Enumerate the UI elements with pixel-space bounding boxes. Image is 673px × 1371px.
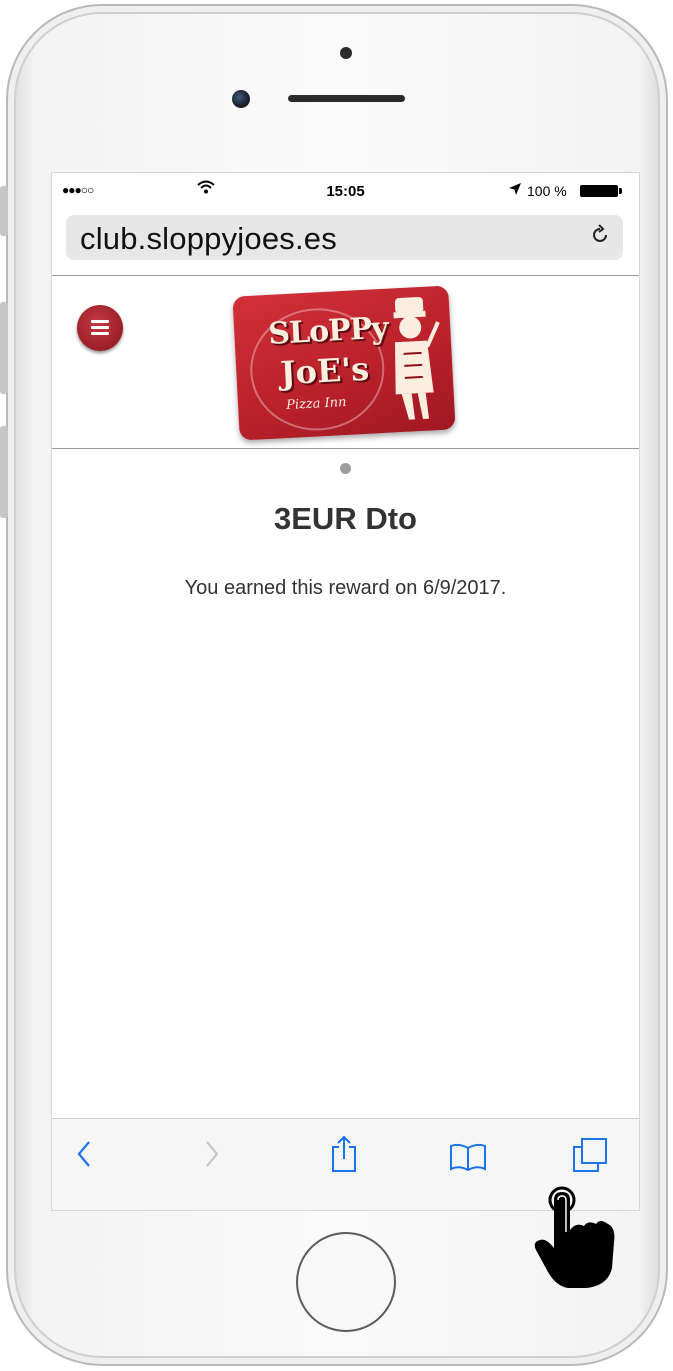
logo-line-1: SLoPPy (267, 310, 389, 352)
bookmarks-icon[interactable] (449, 1143, 487, 1176)
sloppy-joes-logo: SLoPPy JoE's Pizza Inn (232, 285, 456, 441)
address-bar[interactable]: club.sloppyjoes.es (66, 215, 623, 260)
location-arrow-icon (508, 182, 522, 199)
reward-title: 3EUR Dto (274, 501, 417, 536)
logo-line-3: Pizza Inn (285, 394, 347, 414)
battery-percent: 100 % (527, 183, 567, 199)
front-camera (232, 90, 250, 108)
reload-icon[interactable] (590, 224, 610, 253)
earpiece-speaker (288, 95, 405, 102)
volume-down-button (0, 426, 8, 518)
mute-switch (0, 186, 8, 236)
header-divider-top (52, 275, 639, 276)
header-divider-bottom (52, 448, 639, 449)
battery-icon (580, 185, 622, 197)
phone-screen: ●●●○○ 15:05 100 % club.sloppyjoes.es SLo… (51, 172, 640, 1211)
back-icon[interactable] (76, 1139, 92, 1178)
forward-icon[interactable] (204, 1139, 220, 1178)
url-text[interactable]: club.sloppyjoes.es (80, 221, 337, 257)
share-icon[interactable] (330, 1135, 358, 1178)
tabs-icon[interactable] (571, 1137, 609, 1180)
logo-line-2: JoE's (279, 349, 371, 393)
status-bar: ●●●○○ 15:05 100 % (52, 173, 639, 209)
hamburger-menu-icon[interactable] (77, 305, 123, 351)
reward-description: You earned this reward on 6/9/2017. (184, 577, 507, 599)
chef-illustration-icon (393, 296, 440, 420)
proximity-sensor (340, 47, 352, 59)
page-indicator-dot (340, 463, 351, 474)
pointing-hand-cursor-icon (534, 1186, 615, 1288)
home-button[interactable] (296, 1232, 396, 1332)
volume-up-button (0, 302, 8, 394)
